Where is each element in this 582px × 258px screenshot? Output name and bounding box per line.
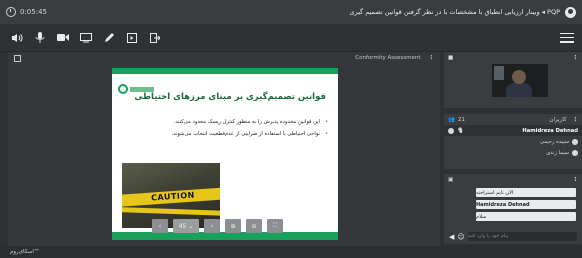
- participants-header: 👥 21 کاربران ⋮: [444, 114, 582, 125]
- camera-icon: ■: [448, 54, 454, 61]
- user-icon: [448, 127, 454, 134]
- caution-tape-lower: [122, 207, 220, 216]
- user-icon: [572, 138, 578, 145]
- video-panel-header: ■ ⋮: [444, 52, 582, 63]
- fit-screen-button[interactable]: ⛶: [267, 219, 283, 233]
- participant-name: Hamidreza Dehnad: [522, 127, 578, 134]
- chat-panel: ▣ ⋮ الان تایم استراحته Hamidreza Dehnad …: [444, 174, 582, 244]
- microphone-icon[interactable]: [31, 29, 49, 47]
- presentation-panel: Conformity Assessment ⋮ قوانین تصمیم‌گیر…: [8, 52, 440, 246]
- video-panel: ■ ⋮: [444, 52, 582, 108]
- chat-input[interactable]: پیام خود را وارد کنید: [467, 232, 577, 241]
- chat-message: Hamidreza Dehnad: [476, 200, 576, 209]
- participant-row[interactable]: 🎙 Hamidreza Dehnad: [444, 125, 582, 136]
- more-options-icon[interactable]: ⋮: [573, 177, 579, 183]
- chat-input-bar: ◀ ☺ پیام خود را وارد کنید: [446, 231, 580, 242]
- slide-top-strip: [112, 68, 338, 74]
- chat-icon: ▣: [448, 176, 454, 183]
- chat-header: ▣ ⋮: [444, 174, 582, 185]
- zoom-out-button[interactable]: ⊖: [246, 219, 262, 233]
- webcam-video[interactable]: [492, 64, 548, 97]
- app-window: 0:05:45 PQP ◂ وبینار ارزیابی انطباق با م…: [0, 0, 582, 258]
- logo-text: [130, 86, 154, 92]
- slide-canvas: قوانین تصمیم‌گیری بر مبنای مرزهای احتیاط…: [112, 68, 338, 240]
- video-background: [494, 66, 504, 80]
- brand-label: اسکای‌روم™: [10, 249, 40, 255]
- slide-bullet: نواحی احتیاطی با استفاده از ضرایبی از عد…: [128, 128, 328, 140]
- next-slide-button[interactable]: ›: [204, 219, 220, 233]
- caution-tape: CAUTION: [122, 187, 220, 207]
- send-icon[interactable]: ◀: [449, 233, 454, 241]
- slides-icon[interactable]: [123, 29, 141, 47]
- zoom-in-button[interactable]: ⊕: [225, 219, 241, 233]
- participants-count: 21: [457, 116, 465, 123]
- video-person-head: [512, 70, 526, 84]
- screen-share-icon[interactable]: [77, 29, 95, 47]
- video-person-body: [506, 83, 532, 97]
- chat-message: الان تایم استراحته: [476, 188, 576, 197]
- slide-bullets: این قوانین محدوده پذیرش را به منظور کنتر…: [128, 116, 328, 140]
- participant-name: سیما زندی: [546, 149, 569, 156]
- chat-message: سلام: [476, 212, 576, 221]
- pen-icon[interactable]: [100, 29, 118, 47]
- emoji-icon[interactable]: ☺: [457, 233, 464, 241]
- users-icon: 👥: [448, 116, 455, 123]
- slide-title: قوانین تصمیم‌گیری بر مبنای مرزهای احتیاط…: [134, 92, 326, 102]
- participants-label: کاربران: [549, 116, 567, 123]
- slide-bullet: این قوانین محدوده پذیرش را به منظور کنتر…: [128, 116, 328, 128]
- participant-name: سپیده رحیمی: [539, 138, 569, 145]
- more-options-icon[interactable]: ⋮: [573, 55, 579, 61]
- session-title: PQP ◂ وبینار ارزیابی انطباق با مشخصات با…: [349, 8, 560, 16]
- account-icon[interactable]: [565, 6, 576, 18]
- session-timer: 0:05:45: [6, 7, 47, 17]
- clock-icon: [6, 7, 16, 17]
- participants-panel: 👥 21 کاربران ⋮ 🎙 Hamidreza Dehnad سپیده …: [444, 114, 582, 169]
- presentation-header: Conformity Assessment ⋮: [8, 52, 440, 64]
- toolbar: [0, 24, 582, 52]
- top-bar: 0:05:45 PQP ◂ وبینار ارزیابی انطباق با م…: [0, 0, 582, 24]
- participant-row[interactable]: سپیده رحیمی: [444, 136, 582, 147]
- presentation-name: Conformity Assessment: [355, 55, 421, 61]
- speaker-icon[interactable]: [8, 29, 26, 47]
- microphone-icon: 🎙: [457, 127, 464, 134]
- participant-row[interactable]: سیما زندی: [444, 147, 582, 158]
- logo-mark: [118, 84, 128, 94]
- camera-icon[interactable]: [54, 29, 72, 47]
- more-options-icon[interactable]: ⋮: [429, 55, 435, 61]
- slide-controls: ‹ 45 ⌄ › ⊕ ⊖ ⛶: [152, 219, 283, 234]
- more-options-icon[interactable]: ⋮: [573, 117, 579, 123]
- session-time: 0:05:45: [20, 8, 47, 16]
- user-icon: [572, 149, 578, 156]
- exit-icon[interactable]: [146, 29, 164, 47]
- footer: اسکای‌روم™: [0, 246, 582, 258]
- right-sidebar: ■ ⋮ 👥 21 کاربران ⋮ 🎙 Hamidreza Dehnad سپ…: [444, 52, 582, 246]
- page-select[interactable]: 45 ⌄: [173, 219, 199, 233]
- prev-slide-button[interactable]: ‹: [152, 219, 168, 233]
- hamburger-menu-icon[interactable]: [560, 32, 574, 43]
- download-icon[interactable]: [14, 54, 21, 62]
